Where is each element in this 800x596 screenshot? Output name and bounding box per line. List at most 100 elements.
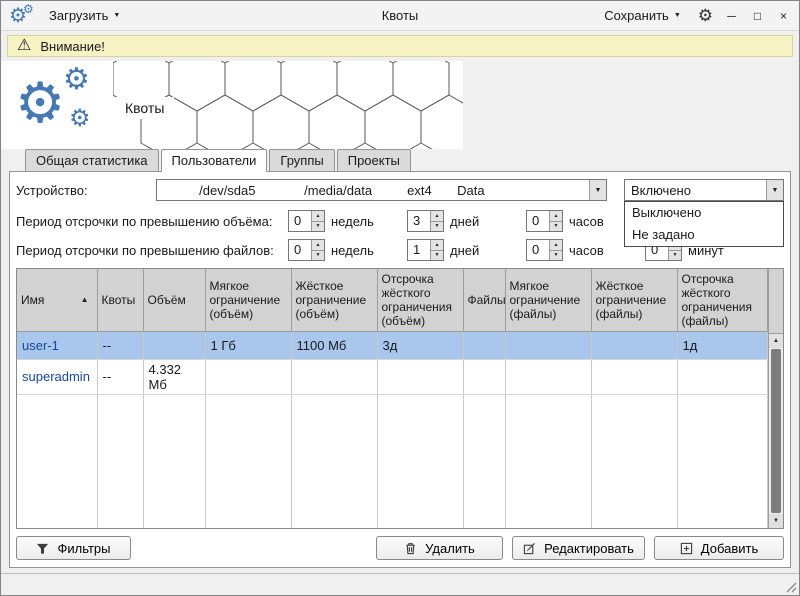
weeks-unit-label: недель (331, 214, 407, 229)
save-menu-button[interactable]: Сохранить ▼ (598, 5, 687, 26)
column-header-hard-files[interactable]: Жёсткое ограничение (файлы) (591, 269, 677, 331)
column-header-volume[interactable]: Объём (143, 269, 205, 331)
table-cell: -- (97, 331, 143, 359)
grace-files-label: Период отсрочки по превышению файлов: (16, 243, 288, 258)
spin-down-icon[interactable]: ▼ (669, 251, 681, 261)
spin-down-icon[interactable]: ▼ (550, 251, 562, 261)
status-bar (1, 573, 799, 595)
device-mountpoint: /media/data (304, 183, 407, 198)
quota-state-value: Включено (625, 183, 766, 198)
spin-up-icon[interactable]: ▲ (431, 211, 443, 222)
table-cell (677, 359, 768, 394)
table-cell (291, 359, 377, 394)
trash-icon (404, 542, 417, 555)
table-cell: 3д (377, 331, 463, 359)
sort-ascending-icon: ▲ (81, 293, 93, 307)
close-button[interactable]: × (776, 9, 791, 23)
days-unit-label: дней (450, 214, 526, 229)
spin-up-icon[interactable]: ▲ (550, 211, 562, 222)
dropdown-option-off[interactable]: Выключено (625, 202, 783, 224)
spin-down-icon[interactable]: ▼ (431, 222, 443, 232)
quota-state-dropdown: Выключено Не задано (624, 201, 784, 247)
column-header-soft-volume[interactable]: Мягкое ограничение (объём) (205, 269, 291, 331)
add-button[interactable]: Добавить (654, 536, 784, 560)
scrollbar-thumb[interactable] (771, 349, 781, 513)
grace-files-days-spinner[interactable]: 1 ▲▼ (407, 239, 444, 261)
column-header-grace-files[interactable]: Отсрочка жёсткого ограничения (файлы) (677, 269, 768, 331)
app-window: ⚙ ⚙ Загрузить ▼ Квоты Сохранить ▼ ⚙ ─ □ … (0, 0, 800, 596)
spin-down-icon[interactable]: ▼ (312, 222, 324, 232)
table-cell (205, 359, 291, 394)
spin-down-icon[interactable]: ▼ (431, 251, 443, 261)
dropdown-arrow-icon[interactable]: ▼ (766, 180, 783, 200)
table-cell: 1100 Мб (291, 331, 377, 359)
table-cell (143, 331, 205, 359)
dropdown-arrow-icon[interactable]: ▼ (589, 180, 606, 200)
tab-general-statistics[interactable]: Общая статистика (25, 149, 159, 171)
spin-up-icon[interactable]: ▲ (312, 211, 324, 222)
scroll-up-icon[interactable]: ▲ (769, 334, 783, 348)
load-menu-button[interactable]: Загрузить ▼ (43, 5, 126, 26)
spin-up-icon[interactable]: ▲ (550, 240, 562, 251)
table-empty-area (17, 394, 768, 528)
settings-gear-icon[interactable]: ⚙ (698, 7, 713, 24)
resize-grip[interactable] (786, 582, 797, 593)
quota-state-select[interactable]: Включено ▼ (624, 179, 784, 201)
table-cell (591, 331, 677, 359)
column-header-soft-files[interactable]: Мягкое ограничение (файлы) (505, 269, 591, 331)
table-header-row: Имя ▲ Квоты Объём Мягкое ограничение (об… (17, 269, 768, 331)
titlebar: ⚙ ⚙ Загрузить ▼ Квоты Сохранить ▼ ⚙ ─ □ … (1, 1, 799, 31)
users-panel: Устройство: /dev/sda5/media/dataext4Data… (9, 171, 791, 568)
filter-funnel-icon (36, 542, 49, 555)
app-logo-icon: ⚙ ⚙ (9, 3, 37, 29)
user-link[interactable]: user-1 (22, 338, 59, 353)
device-select[interactable]: /dev/sda5/media/dataext4Data ▼ (156, 179, 607, 201)
grace-volume-hours-spinner[interactable]: 0 ▲▼ (526, 210, 563, 232)
grace-volume-days-spinner[interactable]: 3 ▲▼ (407, 210, 444, 232)
caret-down-icon: ▼ (674, 12, 681, 19)
load-menu-label: Загрузить (49, 8, 108, 23)
table-cell: 1д (677, 331, 768, 359)
table-cell: 4.332 Мб (143, 359, 205, 394)
edit-button[interactable]: Редактировать (512, 536, 645, 560)
table-row-user-1[interactable]: user-1 -- 1 Гб 1100 Мб 3д 1д (17, 331, 768, 359)
scroll-down-icon[interactable]: ▼ (769, 514, 783, 528)
column-header-quotas[interactable]: Квоты (97, 269, 143, 331)
tab-groups[interactable]: Группы (269, 149, 334, 171)
table-cell (377, 359, 463, 394)
add-plus-icon (680, 542, 693, 555)
spin-up-icon[interactable]: ▲ (312, 240, 324, 251)
spin-up-icon[interactable]: ▲ (431, 240, 443, 251)
page-title: Квоты (115, 97, 174, 119)
device-volume-label: Data (457, 183, 484, 198)
vertical-scrollbar[interactable]: ▲ ▼ (768, 269, 783, 528)
minimize-button[interactable]: ─ (724, 9, 739, 23)
column-header-hard-volume[interactable]: Жёсткое ограничение (объём) (291, 269, 377, 331)
table-cell (463, 331, 505, 359)
dropdown-option-notset[interactable]: Не задано (625, 224, 783, 246)
user-link[interactable]: superadmin (22, 369, 90, 384)
column-header-files[interactable]: Файлы (463, 269, 505, 331)
spin-down-icon[interactable]: ▼ (550, 222, 562, 232)
edit-pencil-icon (523, 542, 536, 555)
tab-users[interactable]: Пользователи (161, 149, 268, 172)
device-path: /dev/sda5 (199, 183, 304, 198)
column-header-grace-volume[interactable]: Отсрочка жёсткого ограничения (объём) (377, 269, 463, 331)
grace-volume-weeks-spinner[interactable]: 0 ▲▼ (288, 210, 325, 232)
column-header-name[interactable]: Имя ▲ (17, 269, 97, 331)
spin-down-icon[interactable]: ▼ (312, 251, 324, 261)
weeks-unit-label: недель (331, 243, 407, 258)
table-cell (505, 359, 591, 394)
maximize-button[interactable]: □ (750, 9, 765, 23)
table-row-superadmin[interactable]: superadmin -- 4.332 Мб (17, 359, 768, 394)
grace-files-hours-spinner[interactable]: 0 ▲▼ (526, 239, 563, 261)
tab-projects[interactable]: Проекты (337, 149, 411, 171)
grace-files-weeks-spinner[interactable]: 0 ▲▼ (288, 239, 325, 261)
delete-button[interactable]: Удалить (376, 536, 503, 560)
filters-button[interactable]: Фильтры (16, 536, 131, 560)
table-cell: superadmin (17, 359, 97, 394)
save-menu-label: Сохранить (604, 8, 669, 23)
action-buttons: Фильтры Удалить Редактировать Добавить (16, 535, 784, 561)
table-cell (463, 359, 505, 394)
device-fstype: ext4 (407, 183, 457, 198)
